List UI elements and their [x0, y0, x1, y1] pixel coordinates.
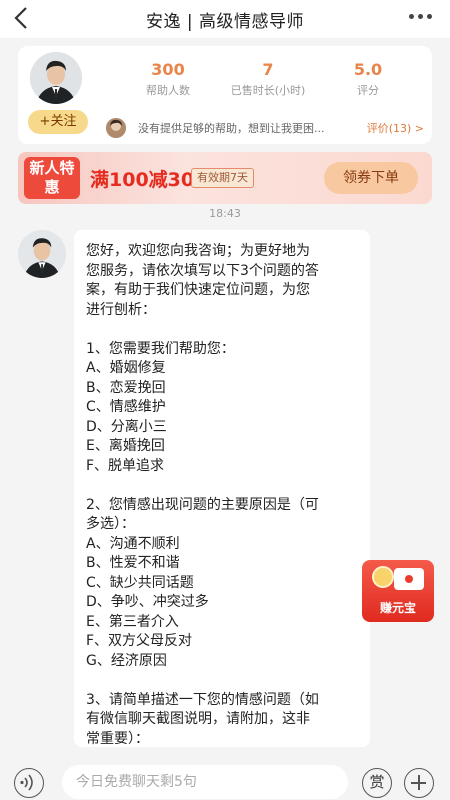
stat-hours: 7 已售时长(小时) [218, 60, 318, 98]
message-bubble: 您好，欢迎您向我咨询；为更好地为 您服务，请依次填写以下3个问题的答 案，有助于我们… [74, 230, 370, 747]
message-timestamp: 18:43 [209, 207, 241, 220]
message-line: F、脱单追求 [86, 457, 165, 474]
follow-button[interactable]: +关注 [28, 110, 88, 134]
message-line: G、经济原因 [86, 652, 167, 669]
counselor-profile-card: +关注 300 帮助人数 7 已售时长(小时) 5.0 评分 没有提供足够的帮助… [18, 46, 432, 144]
reviews-link[interactable]: 评价(13) > [367, 120, 424, 136]
message-input[interactable]: 今日免费聊天剩5句 [62, 765, 348, 799]
message-line: D、分离小三 [86, 418, 167, 435]
stats-row: 300 帮助人数 7 已售时长(小时) 5.0 评分 [118, 60, 418, 98]
stat-label: 已售时长(小时) [230, 84, 306, 97]
claim-coupon-button[interactable]: 领券下单 [324, 162, 418, 194]
message-line: 2、您情感出现问题的主要原因是（可 [86, 496, 319, 513]
earn-coins-label: 赚元宝 [379, 601, 416, 615]
reviewer-avatar [106, 118, 126, 138]
page-title: 安逸 | 高级情感导师 [145, 11, 305, 32]
message-line: 常重要）： [86, 730, 149, 747]
review-snippet: 没有提供足够的帮助，想到让我更困... [138, 122, 325, 135]
message-line: 您服务，请依次填写以下3个问题的答 [86, 262, 319, 279]
sender-avatar[interactable] [18, 230, 66, 278]
coin-icon [372, 566, 394, 588]
message-line: E、第三者介入 [86, 613, 179, 630]
review-preview[interactable]: 没有提供足够的帮助，想到让我更困... 评价(13) > [106, 118, 424, 138]
coupon-validity: 有效期7天 [191, 168, 254, 188]
message-line: E、离婚挽回 [86, 438, 165, 454]
message-line: 案，有助于我们快速定位问题，为您 [86, 282, 310, 298]
message-line: 有微信聊天截图说明，请附加，这非 [86, 711, 310, 727]
stat-helped: 300 帮助人数 [118, 60, 218, 98]
stat-rating: 5.0 评分 [318, 60, 418, 98]
message-line: C、缺少共同话题 [86, 574, 194, 591]
counselor-avatar[interactable] [30, 52, 82, 104]
message-line: A、婚姻修复 [86, 360, 166, 376]
plus-icon[interactable] [404, 768, 434, 798]
message-line: C、情感维护 [86, 399, 166, 415]
message-line: 3、请简单描述一下您的情感问题（如 [86, 691, 319, 708]
voice-icon[interactable] [14, 768, 44, 798]
message-line: F、双方父母反对 [86, 633, 193, 649]
message-line: A、沟通不顺利 [86, 535, 180, 552]
red-envelope-icon [394, 568, 424, 590]
message-line: 多选）： [86, 516, 135, 532]
earn-coins-widget[interactable]: 赚元宝 [362, 560, 434, 622]
stat-value: 300 [151, 60, 185, 79]
top-bar: 安逸 | 高级情感导师 [0, 0, 450, 38]
message-line: B、性爱不和谐 [86, 555, 180, 571]
message-line: 您好，欢迎您向我咨询；为更好地为 [86, 243, 310, 259]
stat-label: 帮助人数 [146, 84, 190, 97]
new-user-coupon-banner[interactable]: 新人特惠 满100减30 有效期7天 领券下单 [18, 152, 432, 204]
chevron-left-icon[interactable] [14, 6, 28, 30]
stat-label: 评分 [357, 84, 379, 97]
coupon-tag: 新人特惠 [24, 157, 80, 199]
tip-button[interactable]: 赏 [362, 768, 392, 798]
coupon-amount: 满100减30 [90, 169, 195, 191]
message-line: 1、您需要我们帮助您： [86, 340, 235, 357]
message-line: 进行刨析： [86, 301, 156, 318]
stat-value: 7 [262, 60, 274, 79]
chat-input-bar: 今日免费聊天剩5句 赏 [0, 760, 450, 800]
stat-value: 5.0 [353, 60, 383, 79]
message-line: B、恋爱挽回 [86, 379, 166, 396]
message-line: D、争吵、冲突过多 [86, 594, 209, 610]
more-dots-icon[interactable] [409, 14, 432, 19]
